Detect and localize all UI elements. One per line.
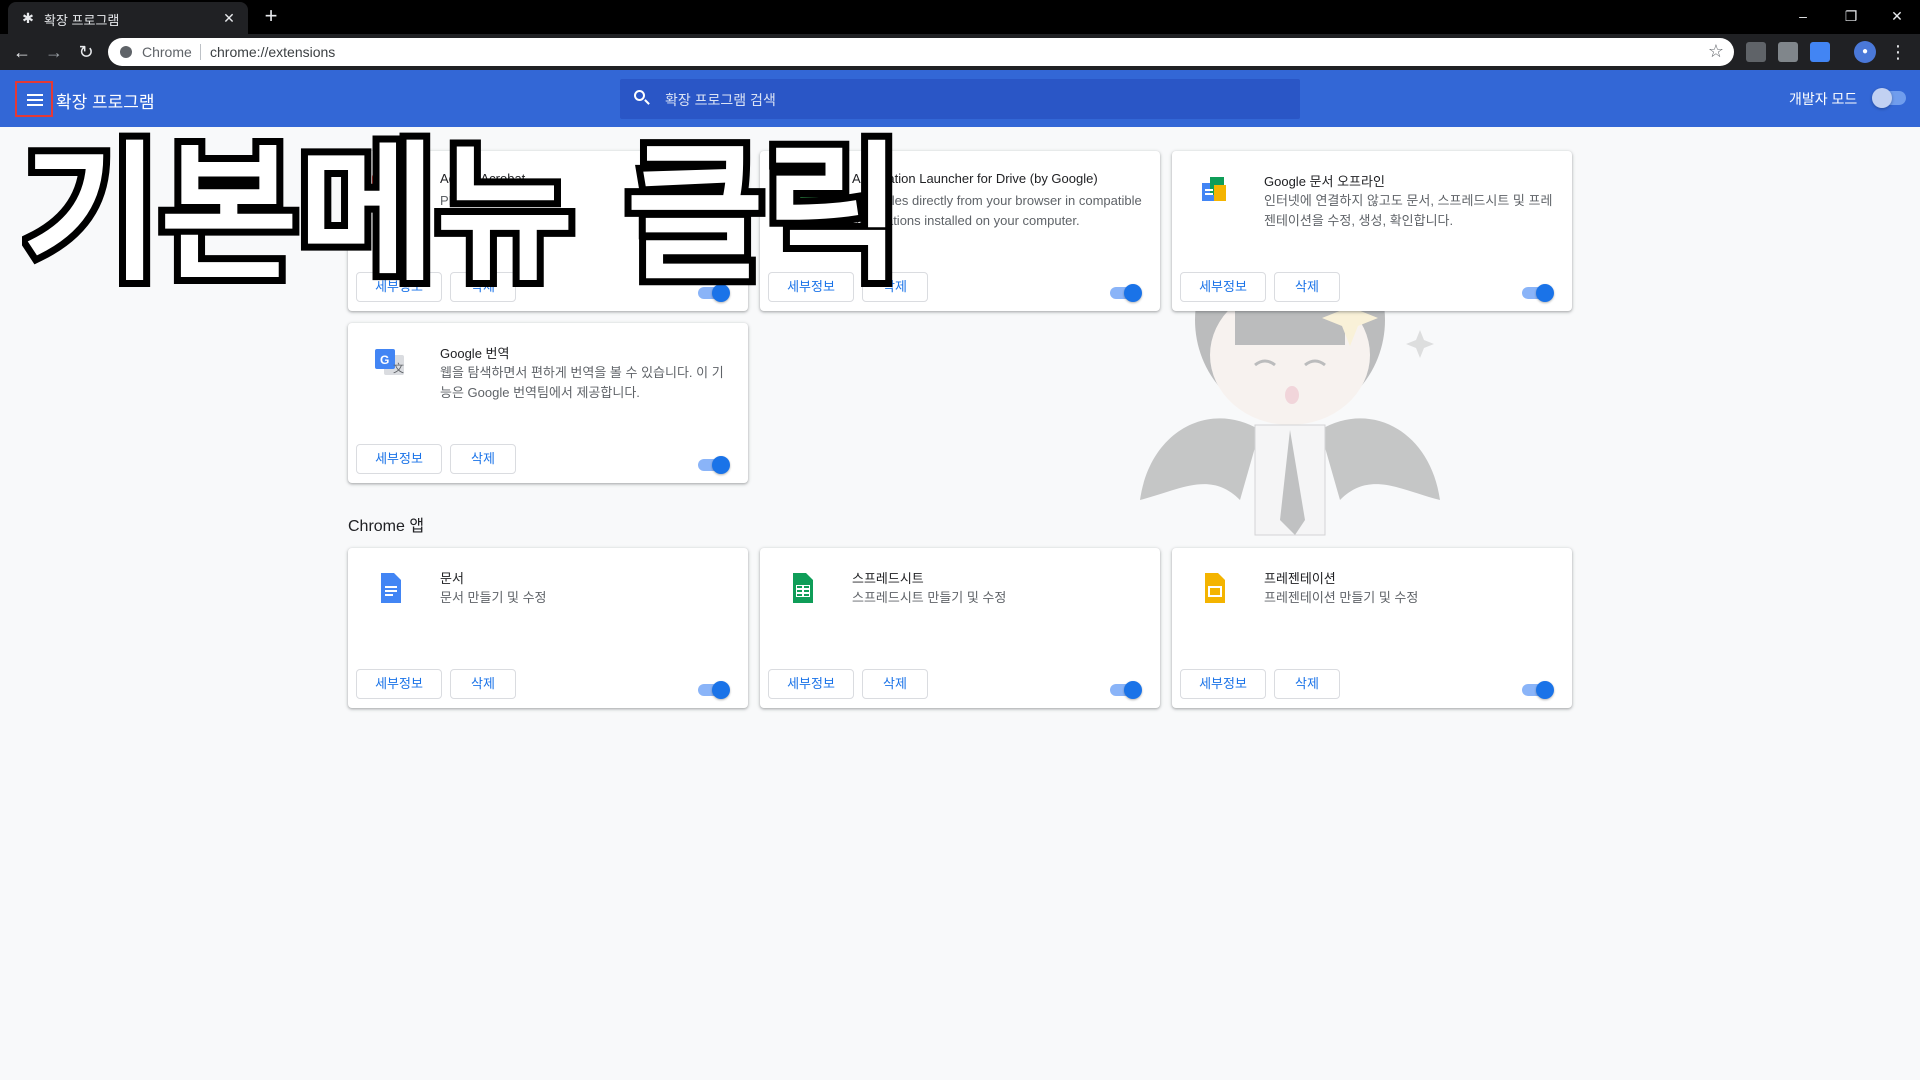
- extension-card: Google 문서 오프라인 인터넷에 연결하지 않고도 문서, 스프레드시트 …: [1172, 151, 1572, 311]
- remove-button[interactable]: 삭제: [862, 669, 928, 699]
- app-name: 문서: [440, 571, 464, 586]
- extension-toggle[interactable]: [1110, 284, 1142, 302]
- remove-button[interactable]: 삭제: [450, 669, 516, 699]
- extension-toggle[interactable]: [1522, 284, 1554, 302]
- details-button[interactable]: 세부정보: [768, 669, 854, 699]
- translate-icon: G 文: [375, 349, 404, 375]
- address-bar[interactable]: Chrome chrome://extensions ☆: [108, 38, 1734, 66]
- app-toggle[interactable]: [1110, 681, 1142, 699]
- details-button[interactable]: 세부정보: [356, 444, 442, 474]
- extension-name: Google 번역: [440, 346, 510, 361]
- sheets-icon: [793, 573, 813, 603]
- app-toggle[interactable]: [698, 681, 730, 699]
- reload-button[interactable]: ↻: [74, 40, 98, 64]
- extension-toggle[interactable]: [698, 456, 730, 474]
- extensions-header: 확장 프로그램 확장 프로그램 검색 개발자 모드: [0, 70, 1920, 127]
- translate-extension-icon[interactable]: [1810, 42, 1830, 62]
- app-card: 스프레드시트 스프레드시트 만들기 및 수정 세부정보 삭제: [760, 548, 1160, 708]
- extension-search-input[interactable]: 확장 프로그램 검색: [620, 79, 1300, 119]
- app-description: 스프레드시트 만들기 및 수정: [852, 590, 1007, 605]
- hamburger-icon-line: [27, 99, 43, 101]
- site-info-icon[interactable]: [120, 46, 132, 58]
- extension-name: Google 문서 오프라인: [1264, 174, 1385, 189]
- app-name: 프레젠테이션: [1264, 571, 1336, 586]
- slides-icon: [1205, 573, 1225, 603]
- details-button[interactable]: 세부정보: [1180, 669, 1266, 699]
- puzzle-icon: ✱: [22, 10, 34, 26]
- hamburger-icon-line: [27, 104, 43, 106]
- developer-mode-label: 개발자 모드: [1789, 91, 1858, 107]
- extension-description: 웹을 탐색하면서 편하게 번역을 볼 수 있습니다. 이 기능은 Google …: [440, 365, 724, 400]
- remove-button[interactable]: 삭제: [1274, 669, 1340, 699]
- tab-title: 확장 프로그램: [44, 13, 120, 28]
- drive-extension-icon[interactable]: [1778, 42, 1798, 62]
- chrome-menu-icon[interactable]: ⋮: [1888, 40, 1908, 64]
- svg-text:文: 文: [393, 361, 404, 375]
- developer-mode-toggle[interactable]: [1872, 88, 1906, 108]
- docs-offline-icon: [1202, 177, 1226, 201]
- page-title: 확장 프로그램: [56, 93, 155, 112]
- details-button[interactable]: 세부정보: [1180, 272, 1266, 302]
- svg-text:G: G: [380, 353, 389, 367]
- new-tab-button[interactable]: +: [260, 5, 282, 28]
- main-menu-button[interactable]: [15, 81, 53, 117]
- browser-toolbar: ← → ↻ Chrome chrome://extensions ☆ ● ⋮: [0, 34, 1920, 70]
- title-bar: ✱ 확장 프로그램 ✕ + – ❐ ✕: [0, 0, 1920, 34]
- profile-avatar[interactable]: ●: [1854, 41, 1876, 63]
- search-placeholder: 확장 프로그램 검색: [665, 92, 776, 108]
- tab-close-icon[interactable]: ✕: [220, 9, 238, 27]
- bookmark-star-icon[interactable]: ☆: [1708, 41, 1724, 62]
- remove-button[interactable]: 삭제: [1274, 272, 1340, 302]
- close-window-button[interactable]: ✕: [1874, 4, 1920, 28]
- search-icon: [632, 88, 652, 108]
- back-button[interactable]: ←: [10, 40, 34, 64]
- minimize-button[interactable]: –: [1780, 4, 1826, 28]
- overlay-caption-text: 기본메뉴 클릭: [22, 128, 902, 298]
- url-text[interactable]: chrome://extensions: [210, 44, 335, 60]
- pdf-extension-icon[interactable]: [1746, 42, 1766, 62]
- browser-tab[interactable]: ✱ 확장 프로그램 ✕: [8, 2, 248, 34]
- site-chip: Chrome: [142, 44, 201, 60]
- section-title-chrome-apps: Chrome 앱: [348, 518, 425, 535]
- forward-button[interactable]: →: [42, 40, 66, 64]
- app-description: 프레젠테이션 만들기 및 수정: [1264, 590, 1419, 605]
- app-card: 문서 문서 만들기 및 수정 세부정보 삭제: [348, 548, 748, 708]
- extension-card: G 文 Google 번역 웹을 탐색하면서 편하게 번역을 볼 수 있습니다.…: [348, 323, 748, 483]
- extension-description: 인터넷에 연결하지 않고도 문서, 스프레드시트 및 프레젠테이션을 수정, 생…: [1264, 193, 1553, 228]
- overlay-caption: 기본메뉴 클릭: [15, 121, 922, 309]
- restore-button[interactable]: ❐: [1828, 4, 1874, 28]
- docs-icon: [381, 573, 401, 603]
- app-card: 프레젠테이션 프레젠테이션 만들기 및 수정 세부정보 삭제: [1172, 548, 1572, 708]
- app-name: 스프레드시트: [852, 571, 924, 586]
- app-description: 문서 만들기 및 수정: [440, 590, 547, 605]
- details-button[interactable]: 세부정보: [356, 669, 442, 699]
- hamburger-icon: [27, 94, 43, 96]
- app-toggle[interactable]: [1522, 681, 1554, 699]
- remove-button[interactable]: 삭제: [450, 444, 516, 474]
